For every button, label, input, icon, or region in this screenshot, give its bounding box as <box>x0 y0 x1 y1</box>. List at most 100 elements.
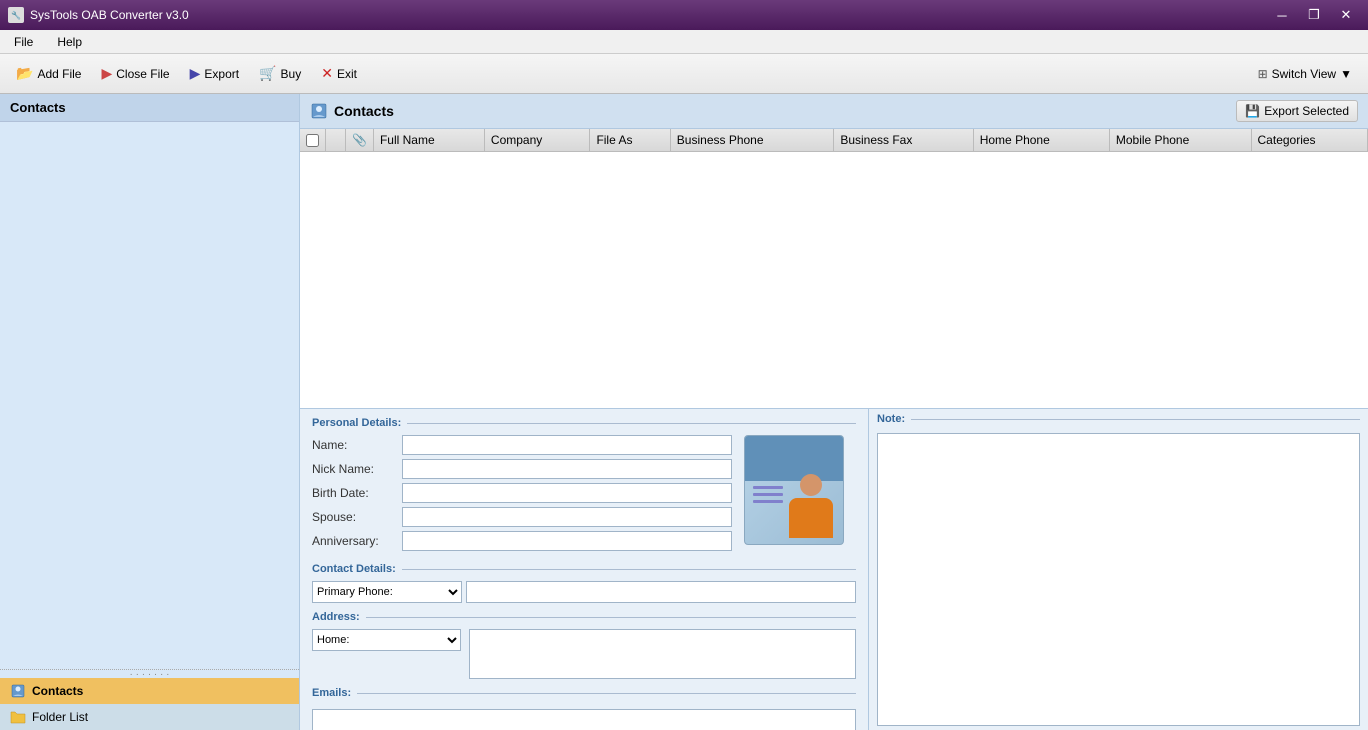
content-title: Contacts <box>310 103 394 119</box>
sidebar-header: Contacts <box>0 94 299 122</box>
note-label: Note: <box>877 413 905 425</box>
menu-help[interactable]: Help <box>51 33 88 51</box>
export-icon: ▶ <box>190 65 201 82</box>
exit-button[interactable]: ✕ Exit <box>313 61 365 86</box>
buy-button[interactable]: 🛒 Buy <box>251 61 309 86</box>
contacts-icon <box>10 684 26 698</box>
col-categories[interactable]: Categories <box>1251 129 1367 152</box>
address-textarea[interactable] <box>469 629 856 679</box>
avatar-line-3 <box>753 500 783 503</box>
sidebar-bottom: · · · · · · · Contacts Folder List <box>0 669 299 730</box>
app-icon: 🔧 <box>8 7 24 23</box>
emails-section: Emails: <box>312 687 856 730</box>
col-company[interactable]: Company <box>484 129 590 152</box>
folder-icon <box>10 710 26 724</box>
close-file-icon: ▶ <box>101 65 112 82</box>
contacts-label: Contacts <box>32 684 83 698</box>
note-content-area[interactable] <box>877 433 1360 726</box>
avatar-body <box>789 498 833 538</box>
avatar-container <box>744 435 844 555</box>
spouse-label: Spouse: <box>312 510 402 524</box>
col-file-as[interactable]: File As <box>590 129 670 152</box>
title-bar-left: 🔧 SysTools OAB Converter v3.0 <box>8 7 189 23</box>
sidebar-item-folder-list[interactable]: Folder List <box>0 704 299 730</box>
contact-avatar <box>744 435 844 545</box>
add-icon: 📂 <box>16 65 33 82</box>
address-label: Address: <box>312 611 360 623</box>
emails-textarea[interactable] <box>312 709 856 730</box>
app-title: SysTools OAB Converter v3.0 <box>30 8 189 22</box>
maximize-button[interactable]: ❐ <box>1300 5 1328 25</box>
address-title: Address: <box>312 611 856 623</box>
minimize-button[interactable]: ─ <box>1268 5 1296 25</box>
note-panel: Note: <box>868 409 1368 730</box>
primary-phone-input[interactable] <box>466 581 856 603</box>
menu-file[interactable]: File <box>8 33 39 51</box>
name-input[interactable] <box>402 435 732 455</box>
personal-details-section: Personal Details: <box>312 417 856 429</box>
content-area: Contacts 💾 Export Selected <box>300 94 1368 730</box>
contact-details-label: Contact Details: <box>312 563 396 575</box>
col-business-fax[interactable]: Business Fax <box>834 129 973 152</box>
note-section-header: Note: <box>869 409 1368 429</box>
export-label: Export <box>204 67 239 81</box>
name-row: Name: <box>312 435 732 455</box>
contact-details-title: Contact Details: <box>312 563 856 575</box>
exit-icon: ✕ <box>321 65 333 82</box>
col-full-name[interactable]: Full Name <box>373 129 484 152</box>
close-file-label: Close File <box>116 67 169 81</box>
table-header-row: 📎 Full Name Company File As Business Pho… <box>300 129 1368 152</box>
details-left: Personal Details: Name: Nick Name: <box>300 409 868 730</box>
spouse-input[interactable] <box>402 507 732 527</box>
address-type-dropdown[interactable]: Home: Business: Other: <box>312 629 461 651</box>
col-attach: 📎 <box>346 129 374 152</box>
primary-phone-row: Primary Phone: Mobile Phone: Home Phone:… <box>312 581 856 603</box>
switch-view-label: Switch View <box>1272 67 1336 81</box>
col-flag <box>326 129 346 152</box>
nick-name-input[interactable] <box>402 459 732 479</box>
col-business-phone[interactable]: Business Phone <box>670 129 834 152</box>
switch-view-button[interactable]: ⊞ Switch View ▼ <box>1250 63 1360 85</box>
address-section: Address: Home: Business: Other: <box>312 611 856 679</box>
add-file-button[interactable]: 📂 Add File <box>8 61 89 86</box>
switch-view-icon: ⊞ <box>1258 67 1268 81</box>
personal-details-content: Name: Nick Name: Birth Date: Spouse <box>312 435 856 555</box>
export-selected-button[interactable]: 💾 Export Selected <box>1236 100 1358 122</box>
col-home-phone[interactable]: Home Phone <box>973 129 1109 152</box>
window-controls: ─ ❐ ✕ <box>1268 5 1360 25</box>
sidebar-content <box>0 122 299 669</box>
close-button[interactable]: ✕ <box>1332 5 1360 25</box>
primary-phone-dropdown[interactable]: Primary Phone: Mobile Phone: Home Phone:… <box>312 581 462 603</box>
main-layout: Contacts · · · · · · · Contacts Folder L… <box>0 94 1368 730</box>
emails-label: Emails: <box>312 687 351 699</box>
close-file-button[interactable]: ▶ Close File <box>93 61 177 86</box>
avatar-person <box>783 474 838 544</box>
address-row: Home: Business: Other: <box>312 629 856 679</box>
personal-details-label: Personal Details: <box>312 417 401 429</box>
toolbar: 📂 Add File ▶ Close File ▶ Export 🛒 Buy ✕… <box>0 54 1368 94</box>
content-header: Contacts 💾 Export Selected <box>300 94 1368 129</box>
avatar-line-1 <box>753 486 783 489</box>
contacts-table: 📎 Full Name Company File As Business Pho… <box>300 129 1368 152</box>
add-file-label: Add File <box>37 67 81 81</box>
switch-view-arrow: ▼ <box>1340 67 1352 81</box>
emails-title: Emails: <box>312 687 856 699</box>
birth-date-input[interactable] <box>402 483 732 503</box>
export-button[interactable]: ▶ Export <box>182 61 247 86</box>
buy-icon: 🛒 <box>259 65 276 82</box>
sidebar-item-contacts[interactable]: Contacts <box>0 678 299 704</box>
contact-details-section: Contact Details: Primary Phone: Mobile P… <box>312 563 856 603</box>
spouse-row: Spouse: <box>312 507 732 527</box>
anniversary-input[interactable] <box>402 531 732 551</box>
export-selected-label: Export Selected <box>1264 104 1349 118</box>
birth-date-label: Birth Date: <box>312 486 402 500</box>
anniversary-label: Anniversary: <box>312 534 402 548</box>
anniversary-row: Anniversary: <box>312 531 732 551</box>
nick-name-row: Nick Name: <box>312 459 732 479</box>
avatar-line-2 <box>753 493 783 496</box>
col-check <box>300 129 326 152</box>
select-all-checkbox[interactable] <box>306 134 319 147</box>
col-mobile-phone[interactable]: Mobile Phone <box>1109 129 1251 152</box>
avatar-head <box>800 474 822 496</box>
name-label: Name: <box>312 438 402 452</box>
